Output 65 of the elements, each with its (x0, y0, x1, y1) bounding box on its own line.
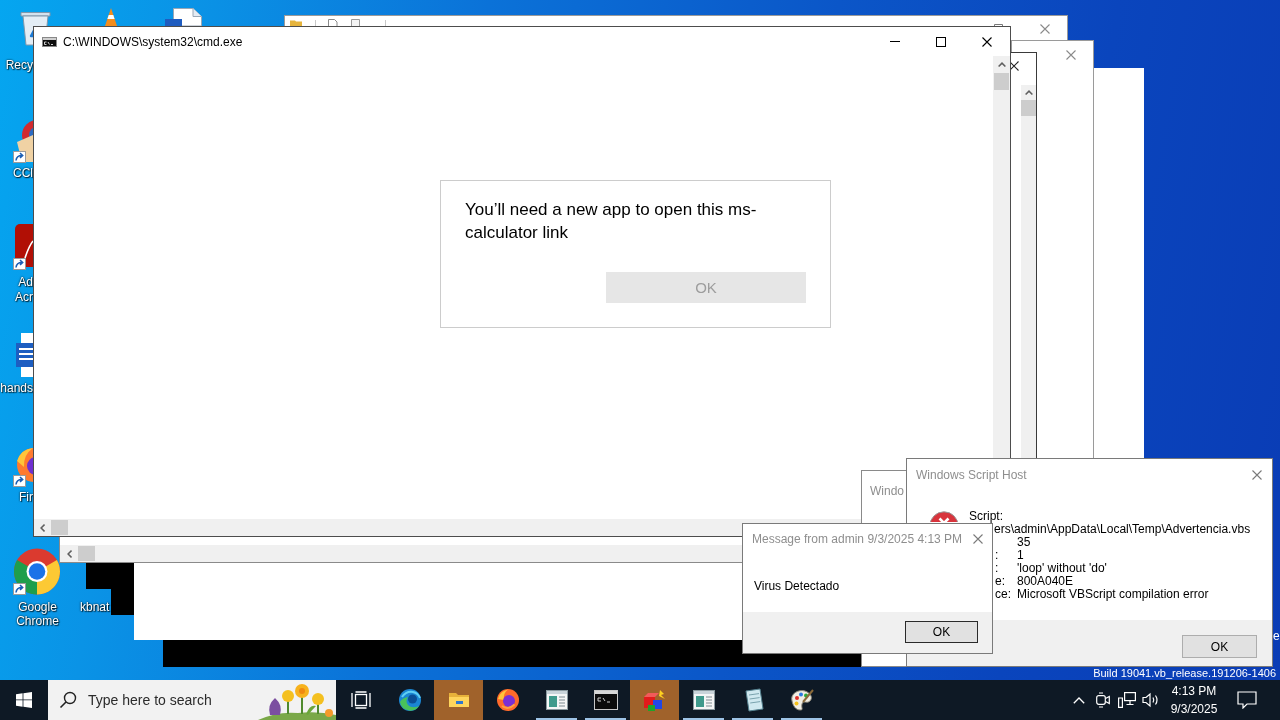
field-value: 1 (1017, 549, 1024, 562)
cubes-icon (641, 688, 668, 712)
ok-button[interactable]: OK (905, 621, 978, 643)
network-icon[interactable] (1118, 692, 1136, 708)
close-icon (1252, 469, 1262, 480)
field-label: e: (995, 574, 1005, 588)
dialog-message: Virus Detectado (754, 579, 840, 593)
scrollbar-thumb[interactable] (994, 73, 1009, 90)
folder-icon (447, 691, 470, 709)
document-icon[interactable] (350, 19, 361, 26)
desktop-text: e (1273, 630, 1280, 643)
browser-icon (495, 688, 520, 712)
field-label: ce: (995, 587, 1011, 601)
camera-icon[interactable] (1096, 692, 1110, 708)
field-label: Script: (969, 510, 1003, 523)
desktop-icon-label: Google Chrome (15, 600, 60, 628)
close-icon (982, 36, 992, 47)
dialog-message: You’ll need a new app to open this ms-calculator link (465, 199, 758, 244)
search-icon (59, 691, 77, 709)
clock-time: 4:13 PM (1171, 683, 1217, 700)
browser-icon[interactable] (13, 548, 61, 595)
browser-icon (397, 688, 422, 712)
desktop-icon-label: Recy (4, 58, 33, 73)
window-icon (692, 690, 715, 710)
maximize-icon (936, 36, 946, 47)
window-title: Windows Script Host (916, 467, 1027, 482)
notification-icon[interactable] (1237, 691, 1257, 709)
desktop-text: Build 19041.vb_release.191206-1406 (1093, 667, 1276, 680)
task-view-icon (350, 691, 371, 709)
traffic-cone-icon[interactable] (104, 8, 118, 26)
chevron-left-icon[interactable] (67, 549, 72, 558)
desktop-icon-label: Fir (18, 490, 33, 505)
terminal-icon (42, 36, 57, 47)
field-value: 800A040E (1017, 575, 1074, 588)
document-icon[interactable] (327, 19, 338, 26)
field-value: 'loop' without 'do' (1017, 562, 1107, 575)
window-title: Windo (870, 484, 904, 498)
desktop-icon-label: CCl (12, 166, 33, 181)
desktop-icon-label: Ad Acr (14, 275, 33, 305)
chevron-left-icon[interactable] (40, 523, 45, 532)
minimize-icon (890, 41, 900, 42)
search-field[interactable]: Type here to search (88, 692, 258, 708)
clock-date: 9/3/2025 (1170, 701, 1218, 718)
ok-button[interactable]: OK (1182, 635, 1257, 658)
window-title: C:\WINDOWS\system32\cmd.exe (63, 34, 243, 49)
window-title: Message from admin 9/3/2025 4:13 PM (752, 532, 963, 546)
terminal-icon (593, 690, 618, 710)
desktop-icon-label: hands (0, 381, 33, 396)
close-icon[interactable] (1011, 61, 1019, 71)
field-value: Microsoft VBScript compilation error (1017, 588, 1209, 601)
field-value: ers\admin\AppData\Local\Temp\Advertencia.vbs (994, 523, 1251, 536)
document-icon[interactable] (165, 8, 204, 26)
field-label: : (995, 548, 999, 562)
horizontal-scrollbar[interactable] (60, 545, 745, 562)
window-icon (545, 690, 568, 710)
scrollbar-thumb[interactable] (1021, 100, 1036, 116)
desktop-icon-label: kbnat (80, 600, 110, 615)
field-value: 35 (1017, 536, 1031, 549)
palette-icon (788, 688, 815, 712)
speaker-icon[interactable] (1142, 692, 1160, 708)
windows-logo-icon (16, 692, 32, 708)
field-label: : (995, 561, 999, 575)
scrollbar-thumb[interactable] (51, 520, 68, 535)
scrollbar-thumb[interactable] (78, 546, 95, 561)
close-icon (972, 534, 983, 544)
